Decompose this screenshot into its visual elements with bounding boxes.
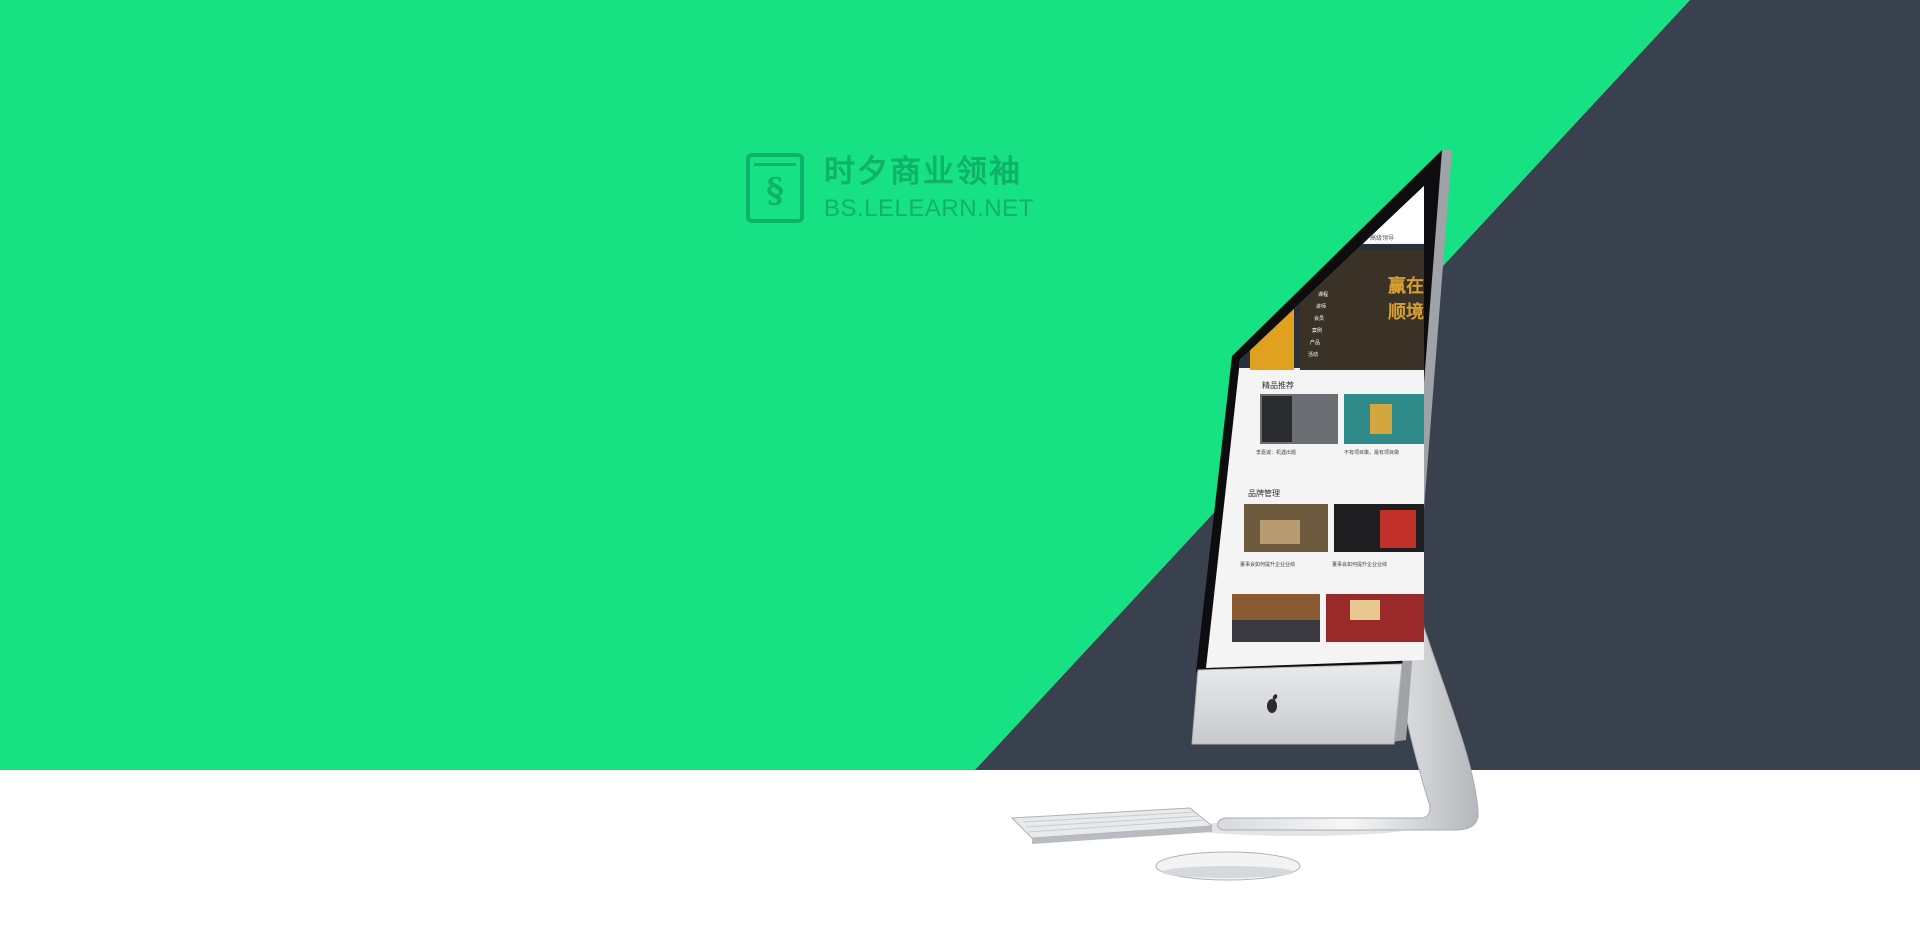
banner-stage: 高级领导 赢在 顺境 课程 讲师 会员 案例 产品 活动 精品推荐 李嘉诚：机遇… bbox=[0, 0, 1920, 937]
banner-background: 高级领导 赢在 顺境 课程 讲师 会员 案例 产品 活动 精品推荐 李嘉诚：机遇… bbox=[0, 0, 1920, 937]
brand-text: 时夕商业领袖 BS.LELEARN.NET bbox=[824, 154, 1034, 222]
screen-menu-item: 活动 bbox=[1308, 351, 1318, 358]
screen-menu-item: 会员 bbox=[1314, 315, 1324, 322]
screen-menu-item: 讲师 bbox=[1316, 303, 1326, 310]
screen-menu-item: 案例 bbox=[1312, 327, 1322, 334]
brand-icon-glyph: § bbox=[766, 171, 784, 211]
screen-card-text: 不有项目策，最有项目做 bbox=[1344, 449, 1399, 456]
imac-chin bbox=[1191, 663, 1403, 745]
screen-hero-text-2: 顺境 bbox=[1388, 301, 1424, 323]
white-floor bbox=[0, 770, 1920, 937]
screen-hero-text-1: 赢在 bbox=[1388, 275, 1424, 297]
screen-card-text: 董事会如何提升企业业绩 bbox=[1332, 561, 1387, 568]
section-sign-icon: § bbox=[746, 153, 804, 223]
screen-card-text: 董事会如何提升企业业绩 bbox=[1240, 561, 1295, 568]
screen-card-text: 李嘉诚：机遇出题 bbox=[1256, 449, 1296, 456]
brand-name: 时夕商业领袖 bbox=[824, 154, 1022, 190]
brand-url: BS.LELEARN.NET bbox=[824, 195, 1034, 222]
mouse-illustration bbox=[1155, 851, 1301, 881]
screen-menu-item: 产品 bbox=[1310, 339, 1320, 346]
screen-section-2-title: 品牌管理 bbox=[1248, 488, 1280, 498]
screen-section-1-title: 精品推荐 bbox=[1262, 380, 1294, 390]
screen-topbar-label: 高级领导 bbox=[1370, 234, 1394, 242]
screen-menu-item: 课程 bbox=[1318, 291, 1328, 298]
brand-logo[interactable]: § 时夕商业领袖 BS.LELEARN.NET bbox=[746, 152, 1034, 224]
